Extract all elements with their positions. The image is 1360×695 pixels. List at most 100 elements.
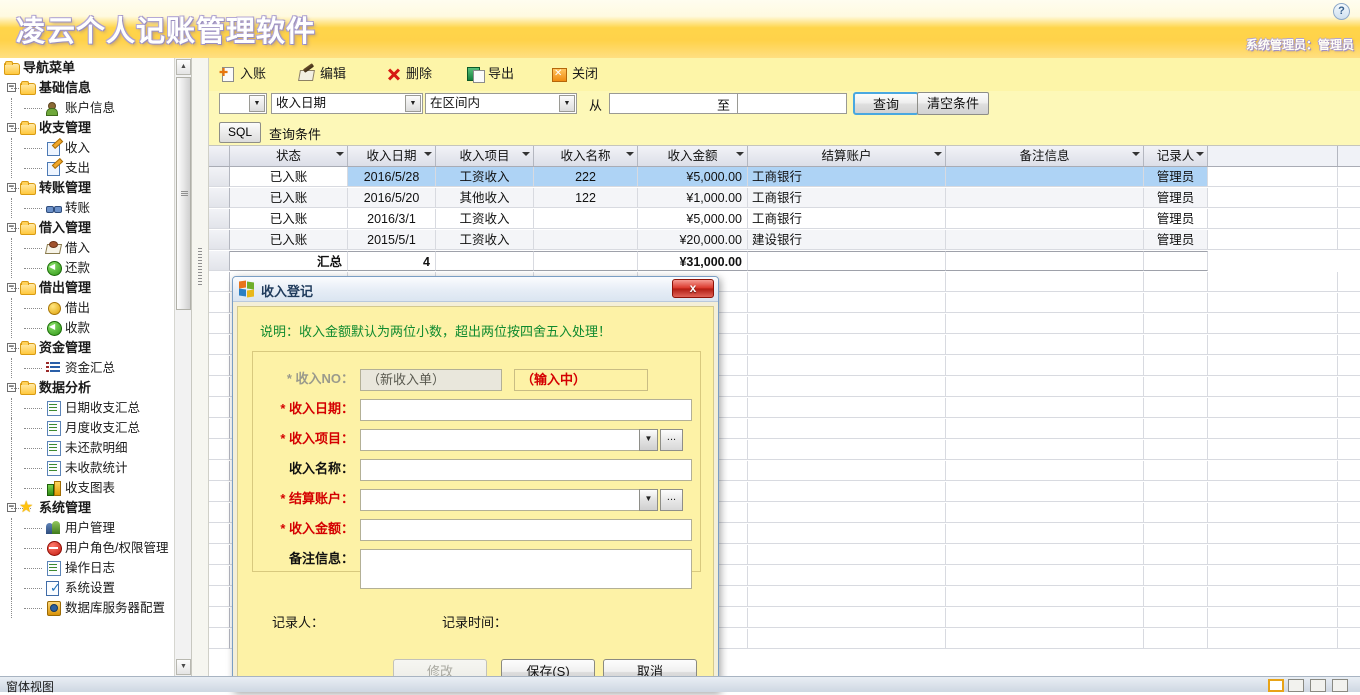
- datasheet-view-icon[interactable]: [1310, 679, 1326, 692]
- panel-splitter[interactable]: [192, 58, 209, 676]
- scrollbar-thumb[interactable]: [176, 77, 191, 310]
- toolbar-close-button[interactable]: 关闭: [551, 63, 598, 85]
- table-row[interactable]: 已入账 2016/3/1 工资收入 ¥5,000.00 工商银行 管理员: [209, 209, 1360, 230]
- layout-view-icon[interactable]: [1288, 679, 1304, 692]
- income-date-input[interactable]: [360, 399, 692, 421]
- chevron-down-icon[interactable]: [934, 152, 942, 156]
- sidebar-scrollbar[interactable]: ▲ ▼: [174, 58, 191, 676]
- toolbar-add-record-button[interactable]: 入账: [219, 62, 266, 85]
- sidebar-item-用户角色权限管理[interactable]: 用户角色/权限管理: [0, 538, 191, 558]
- chevron-down-icon[interactable]: [424, 152, 432, 156]
- dialog-titlebar[interactable]: 收入登记 x: [233, 277, 718, 302]
- design-view-icon[interactable]: [1332, 679, 1348, 692]
- grid-column-header[interactable]: 结算账户: [748, 146, 946, 166]
- row-selector[interactable]: [209, 188, 230, 208]
- sidebar-item-数据库服务器配置[interactable]: 数据库服务器配置: [0, 598, 191, 618]
- sidebar-item-月度收支汇总[interactable]: 月度收支汇总: [0, 418, 191, 438]
- sidebar-item-收支图表[interactable]: 收支图表: [0, 478, 191, 498]
- nav-item-label: 借出: [65, 301, 91, 315]
- sidebar-item-收入[interactable]: 收入: [0, 138, 191, 158]
- settlement-account-browse-button[interactable]: ...: [660, 489, 683, 511]
- chevron-down-icon[interactable]: ▼: [639, 429, 658, 451]
- sidebar-item-借出管理[interactable]: − 借出管理: [0, 278, 191, 298]
- note-edit-icon: [46, 141, 62, 156]
- remark-textarea[interactable]: [360, 549, 692, 589]
- sidebar-item-用户管理[interactable]: 用户管理: [0, 518, 191, 538]
- sidebar-item-转账[interactable]: 转账: [0, 198, 191, 218]
- chevron-down-icon[interactable]: ▼: [405, 95, 421, 112]
- sidebar-item-转账管理[interactable]: − 转账管理: [0, 178, 191, 198]
- grid-cell-empty: [1144, 524, 1208, 544]
- chevron-down-icon[interactable]: [626, 152, 634, 156]
- toolbar-edit-button[interactable]: 编辑: [299, 63, 346, 85]
- chevron-down-icon[interactable]: [1196, 152, 1204, 156]
- sidebar-item-借出[interactable]: 借出: [0, 298, 191, 318]
- scroll-up-icon[interactable]: ▲: [176, 59, 191, 75]
- chevron-down-icon[interactable]: ▼: [559, 95, 575, 112]
- chevron-down-icon[interactable]: [736, 152, 744, 156]
- filter-logic-combo[interactable]: ▼: [219, 93, 267, 114]
- income-item-combo[interactable]: [360, 429, 658, 451]
- form-view-icon[interactable]: [1268, 679, 1284, 692]
- sidebar-item-收款[interactable]: 收款: [0, 318, 191, 338]
- chevron-down-icon[interactable]: [336, 152, 344, 156]
- income-item-browse-button[interactable]: ...: [660, 429, 683, 451]
- filter-to-input[interactable]: [737, 93, 847, 114]
- settlement-account-combo[interactable]: [360, 489, 658, 511]
- sidebar-item-未收款统计[interactable]: 未收款统计: [0, 458, 191, 478]
- grid-column-header[interactable]: 备注信息: [946, 146, 1144, 166]
- income-amount-input[interactable]: [360, 519, 692, 541]
- grid-column-header[interactable]: 收入项目: [436, 146, 534, 166]
- row-selector[interactable]: [209, 167, 230, 187]
- toolbar-export-excel-button[interactable]: 导出: [467, 63, 514, 85]
- sidebar-item-资金汇总[interactable]: 资金汇总: [0, 358, 191, 378]
- sidebar-item-还款[interactable]: 还款: [0, 258, 191, 278]
- toolbar-delete-button[interactable]: 删除: [385, 63, 432, 85]
- query-button[interactable]: 查询: [853, 92, 919, 115]
- grid-cell: ¥20,000.00: [638, 230, 748, 250]
- grid-column-header[interactable]: 记录人: [1144, 146, 1208, 166]
- grid-select-all-corner[interactable]: [209, 146, 230, 166]
- splitter-grip[interactable]: [198, 248, 202, 286]
- scroll-down-icon[interactable]: ▼: [176, 659, 191, 675]
- sidebar-item-资金管理[interactable]: − 资金管理: [0, 338, 191, 358]
- sidebar-item-基础信息[interactable]: − 基础信息: [0, 78, 191, 98]
- chevron-down-icon[interactable]: [522, 152, 530, 156]
- sidebar-item-数据分析[interactable]: − 数据分析: [0, 378, 191, 398]
- sidebar-item-借入[interactable]: 借入: [0, 238, 191, 258]
- sidebar-item-借入管理[interactable]: − 借入管理: [0, 218, 191, 238]
- table-row[interactable]: 已入账 2016/5/20 其他收入 122 ¥1,000.00 工商银行 管理员: [209, 188, 1360, 209]
- row-selector[interactable]: [209, 209, 230, 229]
- status-bar: 窗体视图: [0, 676, 1360, 694]
- nav-item-label: 月度收支汇总: [65, 421, 141, 435]
- tree-line: [11, 138, 12, 158]
- grid-column-header[interactable]: 收入日期: [348, 146, 436, 166]
- sidebar-item-系统设置[interactable]: 系统设置: [0, 578, 191, 598]
- clear-filter-button[interactable]: 清空条件: [917, 92, 989, 115]
- row-selector[interactable]: [209, 230, 230, 250]
- filter-operator-combo[interactable]: 在区间内 ▼: [425, 93, 577, 114]
- sql-button[interactable]: SQL: [219, 122, 261, 143]
- sidebar-item-支出[interactable]: 支出: [0, 158, 191, 178]
- grid-column-header[interactable]: 收入名称: [534, 146, 638, 166]
- sidebar-item-日期收支汇总[interactable]: 日期收支汇总: [0, 398, 191, 418]
- help-icon[interactable]: ?: [1333, 3, 1350, 20]
- chevron-down-icon[interactable]: ▼: [639, 489, 658, 511]
- table-row[interactable]: 已入账 2016/5/28 工资收入 222 ¥5,000.00 工商银行 管理员: [209, 167, 1360, 188]
- chevron-down-icon[interactable]: [1132, 152, 1140, 156]
- tree-line: [24, 148, 42, 149]
- close-icon[interactable]: x: [672, 279, 714, 298]
- table-row[interactable]: 已入账 2015/5/1 工资收入 ¥20,000.00 建设银行 管理员: [209, 230, 1360, 251]
- sidebar-item-系统管理[interactable]: −系统管理: [0, 498, 191, 518]
- grid-column-header[interactable]: 状态: [230, 146, 348, 166]
- sidebar-item-账户信息[interactable]: 账户信息: [0, 98, 191, 118]
- summary-blank: [1144, 251, 1208, 271]
- sidebar-item-收支管理[interactable]: − 收支管理: [0, 118, 191, 138]
- chevron-down-icon[interactable]: ▼: [249, 95, 265, 112]
- sidebar-item-操作日志[interactable]: 操作日志: [0, 558, 191, 578]
- grid-column-header[interactable]: 收入金额: [638, 146, 748, 166]
- income-name-input[interactable]: [360, 459, 692, 481]
- nav-root[interactable]: 导航菜单: [0, 58, 191, 78]
- sidebar-item-未还款明细[interactable]: 未还款明细: [0, 438, 191, 458]
- filter-field-combo[interactable]: 收入日期 ▼: [271, 93, 423, 114]
